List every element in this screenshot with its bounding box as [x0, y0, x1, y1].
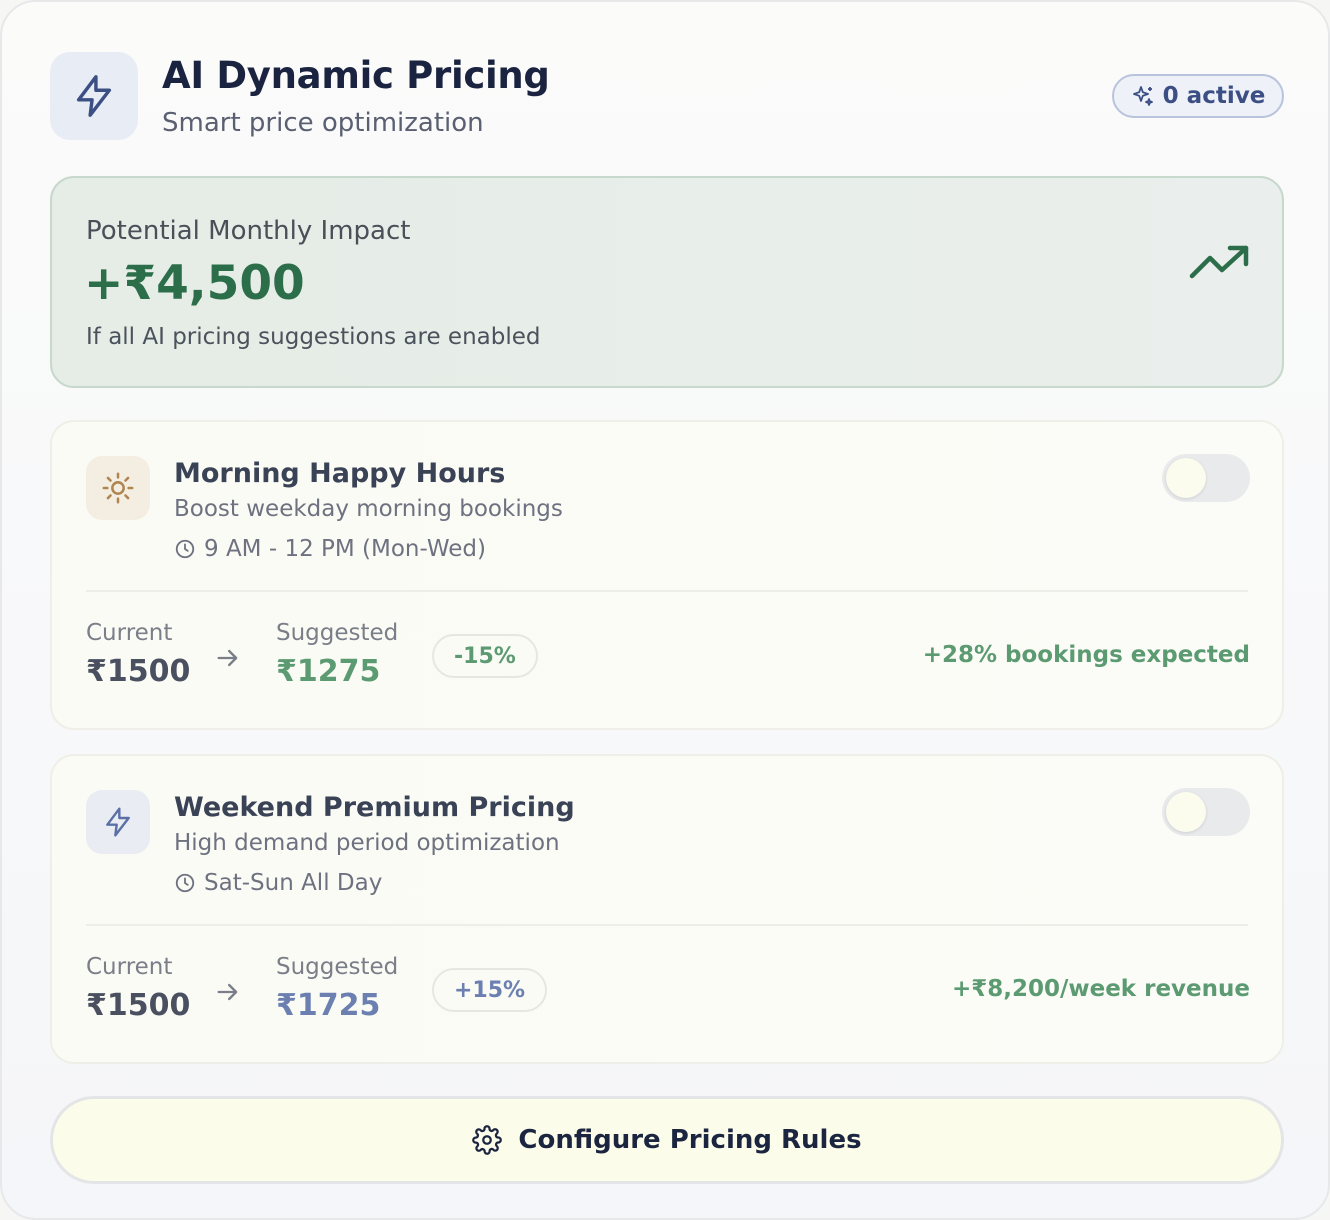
active-count-badge: 0 active: [1112, 74, 1284, 118]
rule-toggle[interactable]: [1162, 454, 1250, 502]
rule-time-label: 9 AM - 12 PM (Mon-Wed): [204, 536, 486, 562]
impact-label: Potential Monthly Impact: [86, 216, 411, 246]
rule-time-label: Sat-Sun All Day: [204, 870, 383, 896]
arrow-right-icon: [217, 649, 238, 667]
page-title: AI Dynamic Pricing: [162, 54, 550, 97]
current-label: Current: [86, 620, 173, 646]
rule-description: High demand period optimization: [174, 830, 560, 856]
rule-outcome: +₹8,200/week revenue: [951, 976, 1250, 1002]
toggle-knob: [1166, 792, 1206, 832]
rule-title: Weekend Premium Pricing: [174, 792, 575, 823]
arrow-right-icon: [217, 983, 238, 1001]
current-label: Current: [86, 954, 173, 980]
ai-pricing-panel: AI Dynamic Pricing Smart price optimizat…: [0, 0, 1330, 1220]
badge-label: 0 active: [1162, 83, 1266, 109]
suggested-label: Suggested: [276, 954, 399, 980]
lightning-icon: [86, 790, 150, 854]
page-subtitle: Smart price optimization: [162, 108, 484, 138]
configure-button-label: Configure Pricing Rules: [518, 1125, 862, 1155]
trending-up-icon: [1189, 245, 1249, 279]
clock-icon: [175, 539, 195, 559]
divider: [86, 590, 1248, 592]
sparkle-icon: [1132, 86, 1153, 106]
impact-card: Potential Monthly Impact +₹4,500 If all …: [50, 176, 1284, 388]
current-price: ₹1500: [86, 988, 191, 1023]
impact-value: +₹4,500: [84, 256, 305, 311]
change-badge: -15%: [432, 634, 538, 678]
rule-description: Boost weekday morning bookings: [174, 496, 563, 522]
rule-time: 9 AM - 12 PM (Mon-Wed): [174, 536, 486, 562]
change-badge: +15%: [432, 968, 548, 1012]
suggested-price: ₹1275: [276, 654, 381, 689]
divider: [86, 924, 1248, 926]
lightning-icon: [50, 52, 138, 140]
configure-pricing-rules-button[interactable]: Configure Pricing Rules: [50, 1096, 1284, 1184]
suggested-price: ₹1725: [276, 988, 381, 1023]
rule-time: Sat-Sun All Day: [174, 870, 382, 896]
sun-icon: [86, 456, 150, 520]
rule-toggle[interactable]: [1162, 788, 1250, 836]
rule-title: Morning Happy Hours: [174, 458, 506, 489]
pricing-rule-card: Weekend Premium Pricing High demand peri…: [50, 754, 1284, 1064]
impact-note: If all AI pricing suggestions are enable…: [86, 324, 541, 350]
rule-outcome: +28% bookings expected: [922, 642, 1250, 668]
suggested-label: Suggested: [276, 620, 399, 646]
pricing-rule-card: Morning Happy Hours Boost weekday mornin…: [50, 420, 1284, 730]
current-price: ₹1500: [86, 654, 191, 689]
gear-icon: [472, 1125, 503, 1155]
clock-icon: [175, 873, 195, 893]
toggle-knob: [1166, 458, 1206, 498]
